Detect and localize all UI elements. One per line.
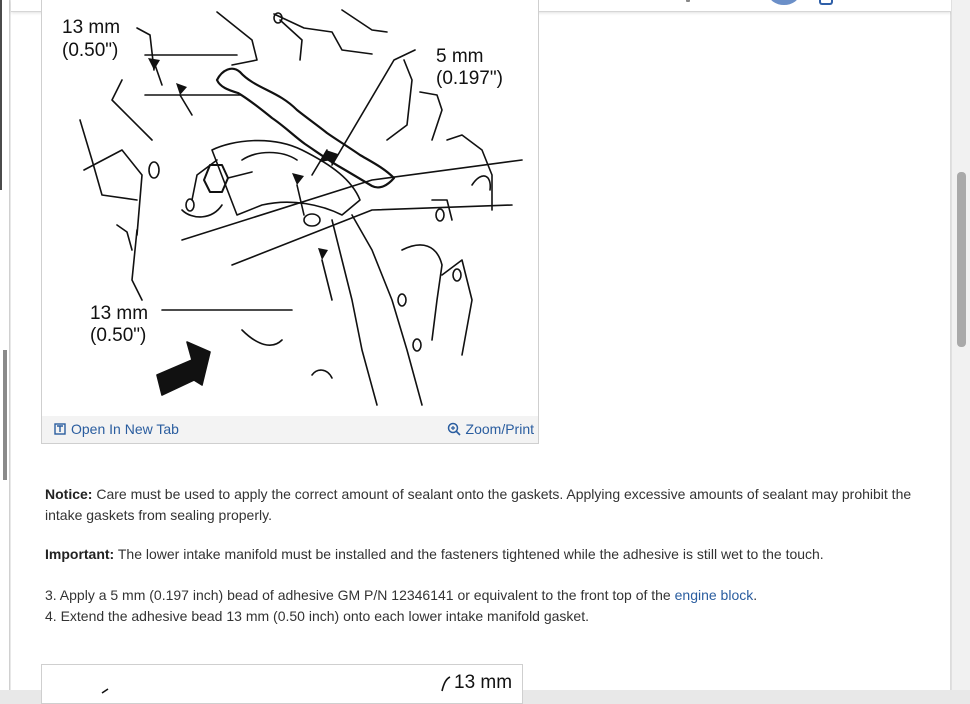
zoom-print-button[interactable]: Zoom/Print bbox=[447, 421, 534, 437]
account-icon[interactable] bbox=[819, 0, 833, 5]
open-in-new-tab-button[interactable]: Open In New Tab bbox=[54, 421, 179, 437]
scrollbar-thumb[interactable] bbox=[957, 172, 966, 347]
step-3: 3. Apply a 5 mm (0.197 inch) bead of adh… bbox=[45, 585, 931, 606]
notice-paragraph: Notice: Care must be used to apply the c… bbox=[41, 484, 931, 526]
steps-list: 3. Apply a 5 mm (0.197 inch) bead of adh… bbox=[41, 585, 931, 627]
notice-text: Care must be used to apply the correct a… bbox=[45, 486, 912, 523]
diagram-figure: 13 mm (0.50") 5 mm (0.197") 13 mm (0.50"… bbox=[41, 0, 539, 444]
engine-block-diagram: 13 mm (0.50") 5 mm (0.197") 13 mm (0.50"… bbox=[62, 9, 523, 406]
label-top-right-mm: 5 mm bbox=[436, 46, 484, 67]
engine-block-link[interactable]: engine block bbox=[675, 587, 754, 603]
left-window-edge bbox=[0, 0, 10, 690]
new-tab-icon bbox=[54, 423, 66, 435]
topbar-glyph bbox=[686, 0, 690, 2]
important-text: The lower intake manifold must be instal… bbox=[114, 546, 824, 562]
label-bottom-left-mm: 13 mm bbox=[90, 303, 148, 324]
label-top-left-in: (0.50") bbox=[62, 40, 118, 61]
step-3-suffix: . bbox=[753, 587, 758, 603]
label-bottom-left-in: (0.50") bbox=[90, 325, 146, 346]
important-paragraph: Important: The lower intake manifold mus… bbox=[41, 544, 931, 565]
second-diagram-figure: 13 mm bbox=[41, 664, 523, 704]
article-content: 13 mm (0.50") 5 mm (0.197") 13 mm (0.50"… bbox=[11, 0, 951, 704]
notice-label: Notice: bbox=[45, 486, 93, 502]
edge-marker bbox=[3, 350, 7, 480]
label-top-right-in: (0.197") bbox=[436, 68, 503, 89]
label-top-left-mm: 13 mm bbox=[62, 17, 120, 38]
figure-toolbar: Open In New Tab Zoom/Print bbox=[42, 416, 538, 443]
edge-marker-dark bbox=[0, 0, 2, 190]
step-3-text: 3. Apply a 5 mm (0.197 inch) bead of adh… bbox=[45, 587, 675, 603]
open-in-new-tab-label: Open In New Tab bbox=[71, 421, 179, 437]
zoom-print-label: Zoom/Print bbox=[465, 421, 534, 437]
page-scrollbar[interactable] bbox=[951, 0, 970, 690]
zoom-icon bbox=[447, 422, 461, 436]
second-diagram-art: 13 mm bbox=[101, 672, 512, 694]
important-label: Important: bbox=[45, 546, 115, 562]
step-4: 4. Extend the adhesive bead 13 mm (0.50 … bbox=[45, 608, 589, 624]
user-avatar-icon[interactable] bbox=[769, 0, 799, 5]
